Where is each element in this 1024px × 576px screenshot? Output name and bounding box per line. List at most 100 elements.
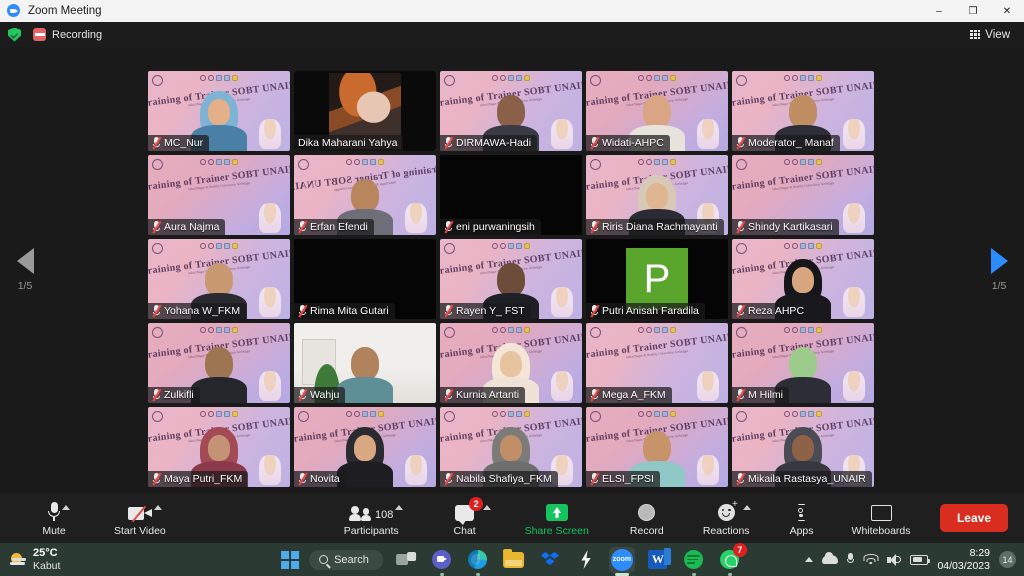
start-video-button[interactable]: Start Video [114,495,166,541]
whiteboards-button[interactable]: Whiteboards [852,495,911,541]
record-button[interactable]: Record [625,495,669,541]
participant-name: Rima Mita Gutari [310,305,389,317]
participant-tile[interactable]: Wahju [292,321,438,405]
taskbar-app-teams[interactable] [429,547,455,576]
apps-bracket-icon [792,504,811,521]
sponsor-logos [784,411,822,417]
participant-tile[interactable]: P Putri Anisah Faradila [584,237,730,321]
clock[interactable]: 8:29 04/03/2023 [937,547,990,571]
leave-button[interactable]: Leave [939,504,1008,532]
taskbar-app-lightning[interactable] [573,547,599,573]
participant-tile-grid: Training of Trainer SOBT UNAIRSehat Buga… [146,69,876,489]
next-page-control[interactable]: 1/5 [976,248,1022,292]
participant-tile[interactable]: Rima Mita Gutari [292,237,438,321]
taskbar-app-task-view[interactable] [393,547,419,573]
taskbar-app-word[interactable]: W [645,547,671,573]
participant-tile[interactable]: Training of Trainer SOBT UNAIRSehat Buga… [146,153,292,237]
cloud-icon[interactable] [822,552,839,564]
participant-tile[interactable]: Training of Trainer SOBT UNAIRSehat Buga… [730,69,876,153]
apps-button[interactable]: Apps [780,495,824,541]
recording-indicator-icon[interactable] [33,28,46,41]
sponsor-logos [492,75,530,81]
video-gallery: 1/5 1/5 Training of Trainer SOBT UNAIRSe… [0,47,1024,493]
participant-name-bar: Dika Maharani Yahya [294,135,404,151]
participant-tile[interactable]: Training of Trainer SOBT UNAIRSehat Buga… [584,321,730,405]
participant-tile[interactable]: Training of Trainer SOBT UNAIRSehat Buga… [292,153,438,237]
participant-name-bar: M Hilmi [732,387,789,403]
participant-tile[interactable]: Training of Trainer SOBT UNAIRSehat Buga… [730,405,876,489]
notification-count-badge[interactable]: 14 [999,551,1016,568]
participant-tile[interactable]: Training of Trainer SOBT UNAIRSehat Buga… [292,405,438,489]
participant-tile[interactable]: Training of Trainer SOBT UNAIRSehat Buga… [146,405,292,489]
minimize-button[interactable]: – [922,0,956,22]
reactions-button[interactable]: + Reactions [703,495,751,541]
participant-tile[interactable]: Training of Trainer SOBT UNAIRSehat Buga… [438,405,584,489]
avatar: P [626,248,688,310]
battery-icon[interactable] [910,554,931,565]
university-seal-icon [590,159,601,170]
taskbar-app-whatsapp[interactable]: 7 [717,542,747,576]
participant-tile[interactable]: eni purwaningsih [438,153,584,237]
participant-tile[interactable]: Training of Trainer SOBT UNAIRSehat Buga… [730,153,876,237]
weather-widget[interactable]: 25°C Kabut [10,547,60,572]
chat-options-caret-icon[interactable] [483,505,492,510]
microphone-muted-icon [152,472,162,486]
participant-tile[interactable]: Training of Trainer SOBT UNAIRSehat Buga… [730,321,876,405]
tray-chevron-up-icon[interactable] [805,557,814,562]
participant-tile[interactable]: Dika Maharani Yahya [292,69,438,153]
wifi-icon[interactable] [863,554,879,565]
university-seal-icon [444,411,455,422]
audio-options-caret-icon[interactable] [62,505,70,510]
chat-button[interactable]: 2 Chat [443,495,492,541]
participant-name: Novita [310,473,340,485]
university-seal-icon [590,411,601,422]
participants-button[interactable]: 108 Participants [344,495,404,541]
taskbar-app-spotify[interactable] [681,547,707,576]
participant-name-bar: ELSI_FPSI [586,471,660,487]
mascot-illustration [697,455,719,485]
taskbar-app-edge[interactable] [465,547,491,576]
participant-tile[interactable]: Training of Trainer SOBT UNAIRSehat Buga… [730,237,876,321]
sponsor-logos [638,75,676,81]
taskbar-app-dropbox[interactable] [537,547,563,573]
participant-name: Yohana W_FKM [164,305,241,317]
meeting-top-bar: Recording View [0,22,1024,47]
reactions-options-caret-icon[interactable] [742,505,751,510]
mute-button[interactable]: Mute [32,495,76,541]
microphone-muted-icon [152,388,162,402]
green-shield-icon[interactable] [8,27,21,42]
participant-tile[interactable]: Training of Trainer SOBT UNAIRSehat Buga… [146,69,292,153]
search-input[interactable]: Search [309,549,383,570]
sponsor-logos [784,159,822,165]
view-button[interactable]: View [966,27,1014,43]
page-indicator-right: 1/5 [991,280,1007,292]
participant-tile[interactable]: Training of Trainer SOBT UNAIRSehat Buga… [146,321,292,405]
taskbar-app-zoom[interactable]: zoom [608,546,635,576]
university-seal-icon [152,159,163,170]
participant-tile[interactable]: Training of Trainer SOBT UNAIRSehat Buga… [146,237,292,321]
share-screen-button[interactable]: Share Screen [525,495,589,541]
participant-name-bar: Moderator_ Manaf [732,135,840,151]
university-seal-icon [298,159,309,170]
video-options-caret-icon[interactable] [153,505,162,510]
microphone-icon[interactable] [847,553,855,566]
volume-icon[interactable] [887,553,902,566]
microphone-muted-icon [444,472,454,486]
lightning-icon [581,550,591,569]
weather-description: Kabut [33,559,61,572]
close-button[interactable]: ✕ [990,0,1024,22]
participant-tile[interactable]: Training of Trainer SOBT UNAIRSehat Buga… [584,69,730,153]
university-seal-icon [444,75,455,86]
clock-time: 8:29 [969,547,990,560]
participant-tile[interactable]: Training of Trainer SOBT UNAIRSehat Buga… [584,153,730,237]
taskbar-app-file-explorer[interactable] [501,547,527,573]
microphone-muted-icon [444,220,454,234]
participant-tile[interactable]: Training of Trainer SOBT UNAIRSehat Buga… [438,237,584,321]
windows-start-icon[interactable] [281,550,300,569]
previous-page-control[interactable]: 1/5 [2,248,48,292]
participants-options-caret-icon[interactable] [395,505,404,510]
participant-tile[interactable]: Training of Trainer SOBT UNAIRSehat Buga… [584,405,730,489]
participant-tile[interactable]: Training of Trainer SOBT UNAIRSehat Buga… [438,321,584,405]
maximize-button[interactable]: ❐ [956,0,990,22]
participant-tile[interactable]: Training of Trainer SOBT UNAIRSehat Buga… [438,69,584,153]
